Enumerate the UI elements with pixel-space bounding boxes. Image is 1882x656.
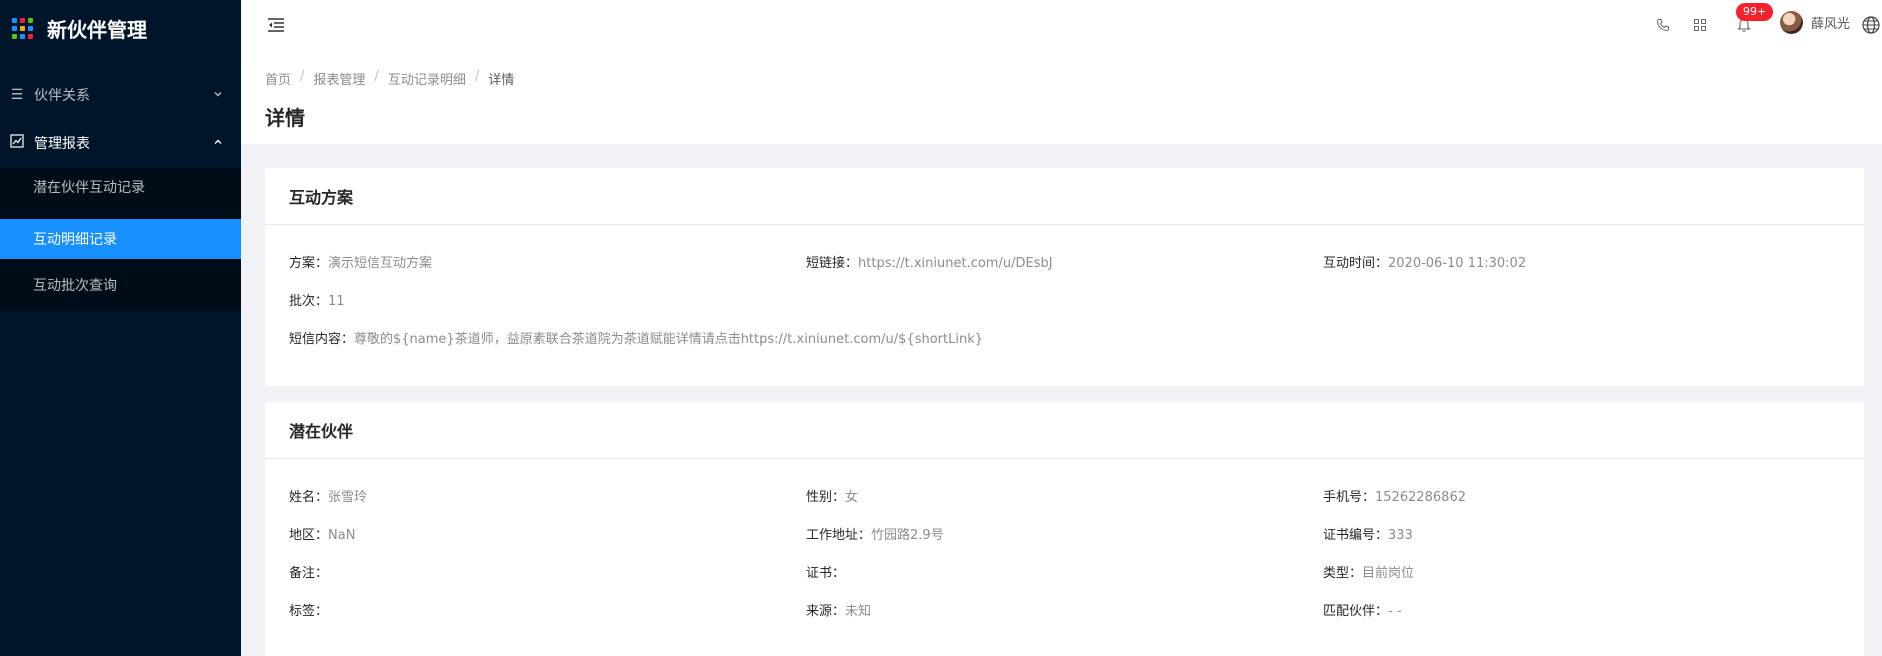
field-label: 备注： (289, 566, 329, 581)
sidebar-item-interaction-batch-query[interactable]: 互动批次查询 (0, 265, 241, 305)
field-label: 互动时间： (1323, 256, 1389, 271)
field-source: 来源：未知 (806, 600, 871, 619)
field-label: 类型： (1323, 566, 1363, 581)
globe-icon[interactable] (1860, 14, 1882, 36)
submenu-management-reports: 潜在伙伴互动记录 互动明细记录 互动批次查询 (0, 167, 241, 311)
breadcrumb-reports[interactable]: 报表管理 (313, 69, 365, 88)
field-label: 标签： (289, 604, 329, 619)
field-batch: 批次：11 (289, 290, 345, 309)
page-title: 详情 (265, 106, 305, 130)
field-label: 批次： (289, 294, 329, 309)
chevron-down-icon (213, 89, 223, 102)
field-remark: 备注： (289, 562, 328, 581)
sidebar-item-interaction-detail-records[interactable]: 互动明细记录 (0, 219, 241, 259)
chart-icon (9, 134, 25, 152)
breadcrumb: 首页 / 报表管理 / 互动记录明细 / 详情 (265, 69, 514, 88)
field-label: 手机号： (1323, 490, 1376, 505)
sidebar-item-label: 伙伴关系 (34, 88, 90, 104)
sidebar-item-label: 互动明细记录 (33, 232, 117, 248)
top-header (241, 0, 1882, 55)
field-work-address: 工作地址：竹园路2.9号 (806, 524, 944, 543)
breadcrumb-separator: / (300, 69, 305, 84)
field-certificate: 证书： (806, 562, 845, 581)
card-title: 互动方案 (265, 168, 1864, 225)
field-region: 地区：NaN (289, 524, 355, 543)
field-value: - - (1388, 604, 1402, 619)
field-label: 证书编号： (1323, 528, 1389, 543)
field-value: 竹园路2.9号 (871, 528, 944, 543)
field-value: NaN (328, 528, 356, 543)
app-title: 新伙伴管理 (47, 17, 147, 42)
field-label: 来源： (806, 604, 846, 619)
field-plan: 方案：演示短信互动方案 (289, 252, 432, 271)
breadcrumb-separator: / (374, 69, 379, 84)
field-label: 性别： (806, 490, 846, 505)
field-label: 工作地址： (806, 528, 872, 543)
field-label: 短链接： (806, 256, 859, 271)
app-logo[interactable]: 新伙伴管理 (12, 8, 147, 48)
field-label: 姓名： (289, 490, 329, 505)
breadcrumb-current: 详情 (488, 73, 515, 88)
field-phone: 手机号：15262286862 (1323, 486, 1466, 505)
field-gender: 性别：女 (806, 486, 858, 505)
breadcrumb-separator: / (474, 69, 480, 84)
field-value: 11 (328, 294, 345, 309)
field-label: 匹配伙伴： (1323, 604, 1389, 619)
field-short-link: 短链接：https://t.xiniunet.com/u/DEsbJ (806, 252, 1053, 271)
breadcrumb-interaction-details[interactable]: 互动记录明细 (388, 69, 466, 88)
interaction-plan-card: 互动方案 方案：演示短信互动方案 短链接：https://t.xiniunet.… (265, 168, 1864, 386)
field-value: 尊敬的${name}茶道师，益原素联合茶道院为茶道赋能详情请点击https://… (354, 332, 983, 347)
sidebar-item-label: 管理报表 (34, 136, 90, 152)
avatar[interactable] (1780, 11, 1803, 34)
field-value: 女 (845, 490, 859, 505)
sidebar-item-partner-relations[interactable]: ☰ 伙伴关系 (0, 71, 241, 119)
field-value: 未知 (845, 604, 872, 619)
sidebar-item-management-reports[interactable]: 管理报表 (0, 119, 241, 167)
field-label: 短信内容： (289, 332, 355, 347)
field-value: 目前岗位 (1362, 566, 1415, 581)
field-certificate-number: 证书编号：333 (1323, 524, 1413, 543)
sidebar: 新伙伴管理 ☰ 伙伴关系 管理报表 潜在伙伴互动记录 互动明细记录 互动批次查询 (0, 0, 241, 656)
breadcrumb-home[interactable]: 首页 (265, 69, 291, 88)
field-interaction-time: 互动时间：2020-06-10 11:30:02 (1323, 252, 1526, 271)
page-header: 首页 / 报表管理 / 互动记录明细 / 详情 详情 (241, 55, 1882, 144)
field-value: 演示短信互动方案 (328, 256, 433, 271)
field-name: 姓名：张雪玲 (289, 486, 367, 505)
field-value: 2020-06-10 11:30:02 (1388, 256, 1527, 271)
field-value: https://t.xiniunet.com/u/DEsbJ (858, 256, 1053, 271)
app-switcher-icon[interactable] (1689, 14, 1711, 36)
phone-icon[interactable] (1652, 14, 1674, 36)
menu-fold-icon[interactable] (266, 15, 286, 35)
field-type: 类型：目前岗位 (1323, 562, 1414, 581)
sidebar-item-label: 潜在伙伴互动记录 (33, 180, 145, 196)
sidebar-item-potential-partner-records[interactable]: 潜在伙伴互动记录 (0, 167, 241, 207)
field-label: 证书： (806, 566, 846, 581)
potential-partner-card: 潜在伙伴 姓名：张雪玲 性别：女 手机号：15262286862 地区：NaN … (265, 402, 1864, 656)
apps-grid-icon (12, 17, 33, 39)
list-icon: ☰ (10, 87, 24, 103)
field-label: 方案： (289, 256, 329, 271)
field-value: 15262286862 (1375, 490, 1466, 505)
field-sms-content: 短信内容：尊敬的${name}茶道师，益原素联合茶道院为茶道赋能详情请点击htt… (289, 328, 983, 347)
field-matched-partner: 匹配伙伴：- - (1323, 600, 1402, 619)
chevron-up-icon (213, 137, 223, 150)
field-tags: 标签： (289, 600, 328, 619)
notification-count-badge: 99+ (1736, 3, 1774, 21)
field-value: 333 (1388, 528, 1413, 543)
sidebar-item-label: 互动批次查询 (33, 278, 117, 294)
field-value: 张雪玲 (328, 490, 368, 505)
card-title: 潜在伙伴 (265, 402, 1864, 459)
user-name[interactable]: 薛风光 (1811, 13, 1850, 32)
field-label: 地区： (289, 528, 329, 543)
